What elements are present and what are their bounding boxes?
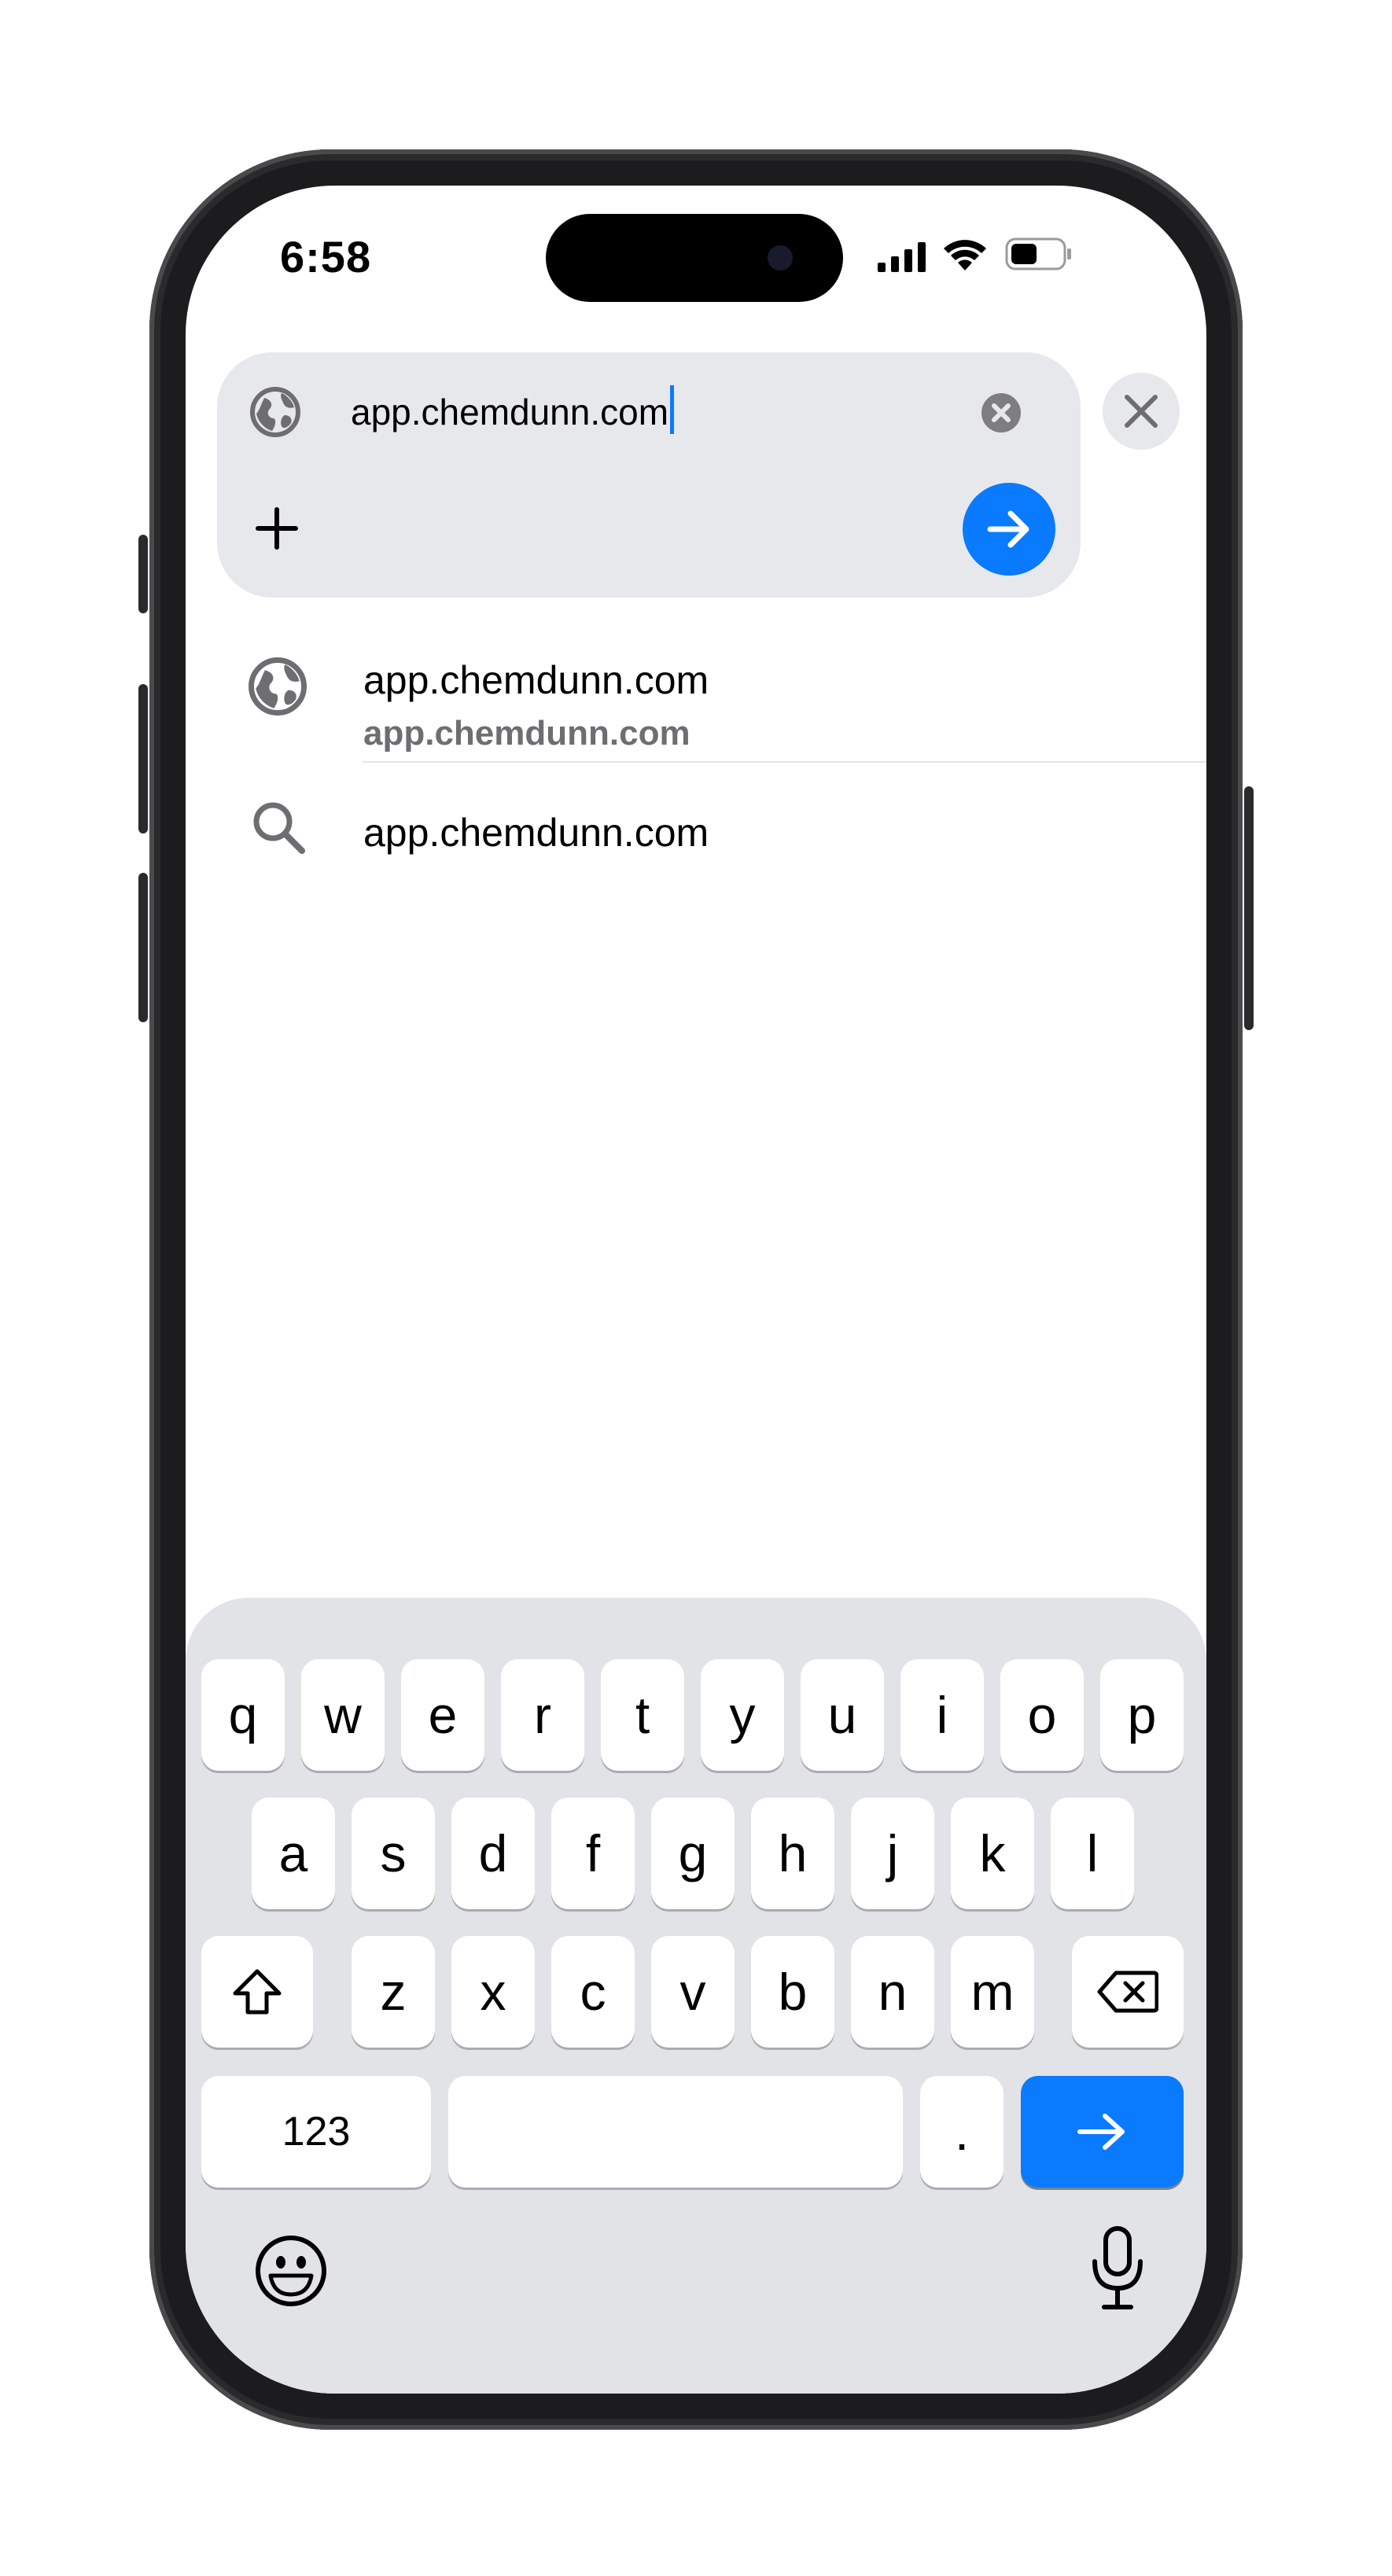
clear-circle-icon[interactable] [980, 392, 1022, 434]
key-l[interactable]: l [1051, 1798, 1134, 1909]
key-r[interactable]: r [501, 1659, 584, 1771]
key-p[interactable]: p [1100, 1659, 1184, 1771]
phone-screen: 6:58 app.chemdunn.com app.chemdunn.com a… [186, 186, 1206, 2394]
key-j[interactable]: j [851, 1798, 934, 1909]
key-v[interactable]: v [651, 1936, 735, 2048]
action-button [138, 535, 148, 613]
go-button[interactable] [963, 483, 1055, 576]
text-caret [670, 385, 675, 434]
dynamic-island [546, 214, 843, 302]
globe-icon [249, 657, 307, 716]
key-o[interactable]: o [1000, 1659, 1084, 1771]
numbers-key[interactable]: 123 [201, 2076, 431, 2188]
suggestion-title: app.chemdunn.com [363, 811, 709, 855]
key-y[interactable]: y [701, 1659, 784, 1771]
volume-up-button [138, 684, 148, 834]
key-i[interactable]: i [900, 1659, 984, 1771]
close-button[interactable] [1103, 373, 1180, 450]
arrow-right-icon [1075, 2110, 1130, 2154]
key-t[interactable]: t [601, 1659, 684, 1771]
address-text: app.chemdunn.com [351, 392, 669, 432]
go-key[interactable] [1021, 2076, 1184, 2188]
search-icon [250, 799, 307, 856]
key-u[interactable]: u [801, 1659, 884, 1771]
camera-icon [768, 245, 793, 270]
backspace-icon [1097, 1970, 1158, 2014]
battery-icon [1005, 237, 1073, 270]
key-a[interactable]: a [252, 1798, 335, 1909]
key-g[interactable]: g [651, 1798, 735, 1909]
volume-down-button [138, 873, 148, 1022]
microphone-icon[interactable] [1090, 2225, 1145, 2312]
key-m[interactable]: m [951, 1936, 1034, 2048]
globe-icon [250, 387, 300, 437]
status-time: 6:58 [280, 232, 372, 282]
key-e[interactable]: e [401, 1659, 484, 1771]
key-x[interactable]: x [451, 1936, 535, 2048]
key-z[interactable]: z [352, 1936, 435, 2048]
keyboard: q w e r t y u i o p a s d f g h j k l z … [186, 1598, 1206, 2394]
emoji-icon[interactable] [253, 2233, 329, 2309]
key-n[interactable]: n [851, 1936, 934, 2048]
space-key[interactable] [448, 2076, 903, 2188]
period-key[interactable]: . [920, 2076, 1003, 2188]
key-d[interactable]: d [451, 1798, 535, 1909]
key-s[interactable]: s [352, 1798, 435, 1909]
delete-key[interactable] [1072, 1936, 1184, 2048]
plus-icon[interactable] [253, 505, 300, 552]
key-c[interactable]: c [551, 1936, 635, 2048]
suggestion-divider [363, 761, 1206, 763]
wifi-icon [942, 236, 988, 272]
cellular-signal-icon [878, 241, 928, 272]
key-f[interactable]: f [551, 1798, 635, 1909]
power-button [1244, 786, 1254, 1030]
arrow-right-icon [984, 504, 1034, 554]
suggestion-title: app.chemdunn.com [363, 658, 709, 702]
suggestion-subtitle: app.chemdunn.com [363, 714, 690, 753]
key-q[interactable]: q [201, 1659, 285, 1771]
key-w[interactable]: w [301, 1659, 385, 1771]
key-k[interactable]: k [951, 1798, 1034, 1909]
shift-key[interactable] [201, 1936, 313, 2048]
key-b[interactable]: b [751, 1936, 834, 2048]
address-input[interactable]: app.chemdunn.com [351, 385, 675, 434]
key-h[interactable]: h [751, 1798, 834, 1909]
close-icon [1122, 392, 1160, 430]
shift-icon [230, 1967, 284, 2017]
